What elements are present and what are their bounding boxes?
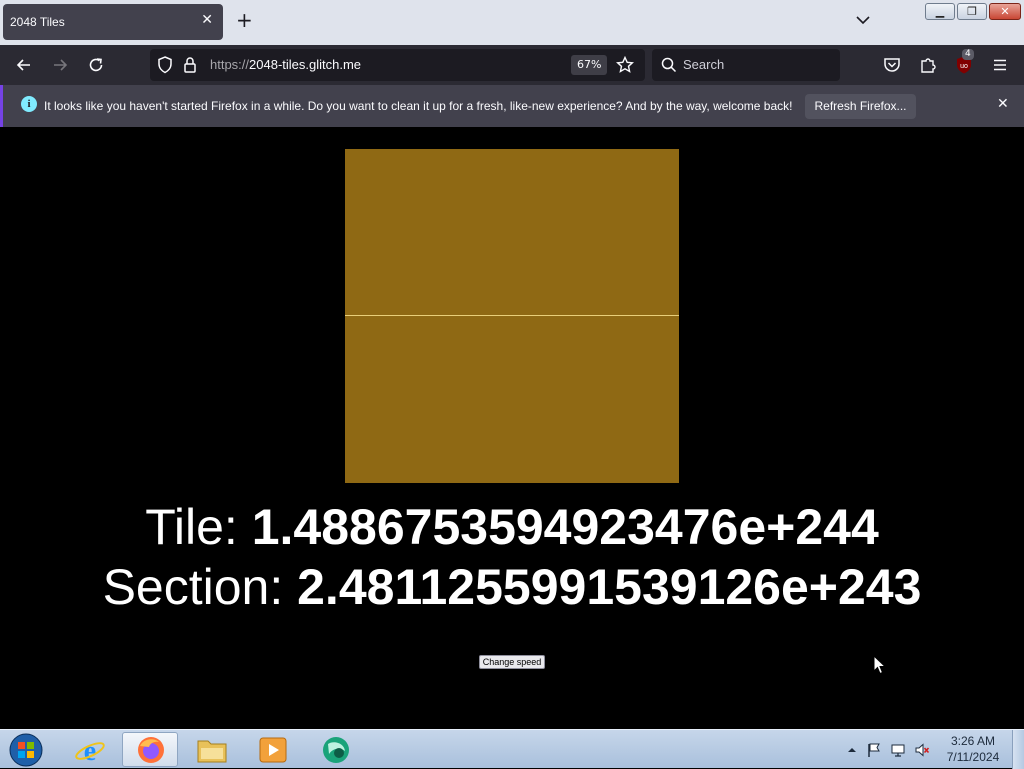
tile-bottom-section bbox=[345, 316, 679, 483]
page-content: Tile: 1.4886753594923476e+244 Section: 2… bbox=[0, 127, 1024, 729]
new-tab-button[interactable]: + bbox=[236, 10, 253, 30]
forward-icon[interactable] bbox=[50, 55, 70, 75]
reload-icon[interactable] bbox=[86, 55, 106, 75]
volume-muted-icon[interactable] bbox=[914, 742, 930, 758]
pocket-icon[interactable] bbox=[882, 55, 902, 75]
tile-top-section bbox=[345, 149, 679, 315]
url-text[interactable]: https://2048-tiles.glitch.me bbox=[210, 57, 361, 72]
show-hidden-icons-icon[interactable] bbox=[844, 742, 860, 758]
section-value: 2.4811255991539126e+243 bbox=[297, 559, 922, 615]
search-box[interactable]: Search bbox=[652, 49, 840, 81]
start-button-icon[interactable] bbox=[6, 732, 46, 768]
network-icon[interactable] bbox=[890, 742, 906, 758]
search-placeholder: Search bbox=[683, 57, 725, 72]
hamburger-menu-icon[interactable] bbox=[990, 55, 1010, 75]
tab-title: 2048 Tiles bbox=[10, 15, 65, 29]
tile-readout: Tile: 1.4886753594923476e+244 bbox=[0, 499, 1024, 555]
lock-icon[interactable] bbox=[182, 55, 198, 75]
section-label: Section: bbox=[102, 559, 298, 615]
nav-bar: https://2048-tiles.glitch.me 67% Search … bbox=[0, 45, 1024, 85]
notification-close-icon[interactable]: ✕ bbox=[997, 96, 1009, 112]
svg-text:e: e bbox=[84, 736, 96, 766]
url-protocol: https:// bbox=[210, 57, 250, 72]
taskbar-media-player[interactable] bbox=[245, 732, 301, 767]
taskbar-firefox[interactable] bbox=[122, 732, 178, 767]
taskbar-file-explorer[interactable] bbox=[184, 732, 240, 767]
tile-value: 1.4886753594923476e+244 bbox=[251, 499, 879, 555]
show-desktop-button[interactable] bbox=[1012, 730, 1024, 769]
system-clock[interactable]: 3:26 AM 7/11/2024 bbox=[940, 733, 1006, 765]
firefox-icon bbox=[138, 737, 164, 763]
info-icon: i bbox=[21, 96, 37, 112]
internet-explorer-icon: e bbox=[75, 736, 105, 766]
game-tile bbox=[345, 149, 679, 483]
media-player-icon bbox=[259, 737, 287, 763]
url-bar[interactable]: https://2048-tiles.glitch.me 67% bbox=[150, 49, 645, 81]
tab-strip: 2048 Tiles ✕ + ▁ ❐ ✕ bbox=[0, 0, 1024, 45]
close-window-button[interactable]: ✕ bbox=[989, 3, 1021, 20]
app-icon bbox=[323, 737, 349, 763]
back-icon[interactable] bbox=[14, 55, 34, 75]
tracking-protection-shield-icon[interactable] bbox=[156, 55, 174, 75]
clock-date: 7/11/2024 bbox=[946, 750, 1000, 764]
section-readout: Section: 2.4811255991539126e+243 bbox=[0, 559, 1024, 615]
search-icon bbox=[661, 57, 677, 73]
url-host: 2048-tiles.glitch.me bbox=[249, 57, 362, 72]
notification-message: It looks like you haven't started Firefo… bbox=[44, 99, 793, 113]
clock-time: 3:26 AM bbox=[950, 734, 996, 748]
extensions-puzzle-icon[interactable] bbox=[918, 55, 938, 75]
mouse-pointer-icon bbox=[873, 655, 887, 675]
taskbar-internet-explorer[interactable]: e bbox=[62, 732, 118, 767]
file-explorer-icon bbox=[197, 740, 227, 763]
action-center-flag-icon[interactable] bbox=[866, 742, 882, 758]
svg-text:uo: uo bbox=[960, 63, 968, 70]
tile-label: Tile: bbox=[145, 499, 252, 555]
zoom-level-button[interactable]: 67% bbox=[571, 55, 608, 75]
restore-button[interactable]: ❐ bbox=[957, 3, 987, 20]
minimize-button[interactable]: ▁ bbox=[925, 3, 955, 20]
tab-close-icon[interactable]: ✕ bbox=[201, 12, 213, 28]
notification-bar: i It looks like you haven't started Fire… bbox=[0, 85, 1024, 127]
tab-2048-tiles[interactable]: 2048 Tiles ✕ bbox=[3, 4, 223, 40]
windows-taskbar: e 3:26 AM 7/11/2024 bbox=[0, 729, 1024, 769]
extension-badge: 4 bbox=[962, 49, 974, 60]
bookmark-star-icon[interactable] bbox=[616, 56, 634, 74]
change-speed-button[interactable]: Change speed bbox=[479, 655, 545, 669]
refresh-firefox-button[interactable]: Refresh Firefox... bbox=[805, 94, 916, 119]
taskbar-app[interactable] bbox=[308, 732, 364, 767]
list-all-tabs-icon[interactable] bbox=[855, 12, 871, 28]
